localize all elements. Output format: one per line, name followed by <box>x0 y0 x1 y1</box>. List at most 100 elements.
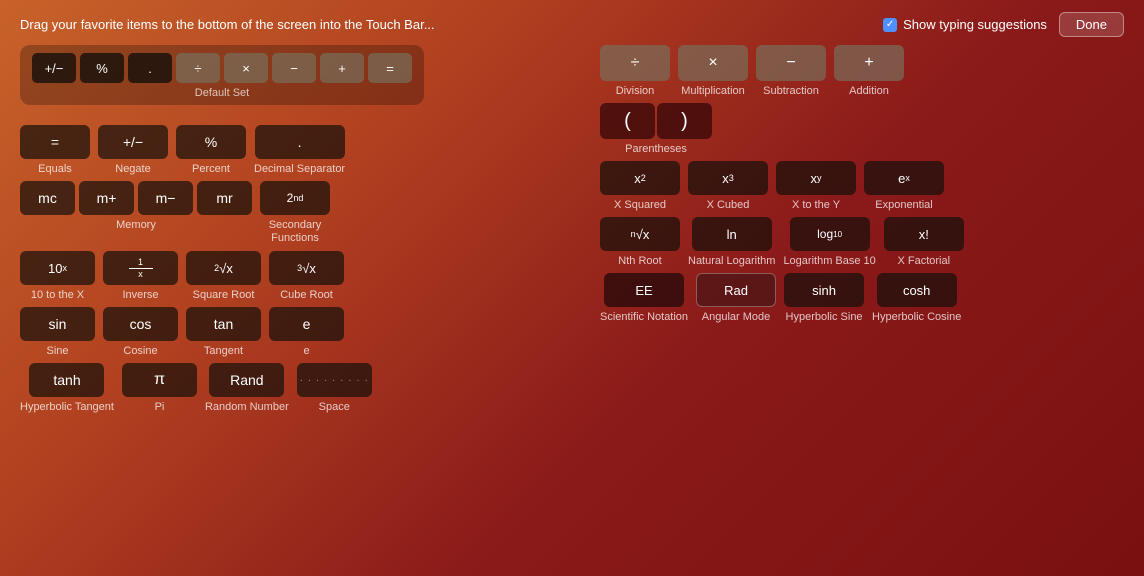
key-cos[interactable]: cos <box>103 307 178 341</box>
paren-keys: ( ) <box>600 103 712 139</box>
key-paren-close[interactable]: ) <box>657 103 712 139</box>
key-sin[interactable]: sin <box>20 307 95 341</box>
key-minus-ds[interactable]: − <box>272 53 316 83</box>
right-row-4: n√x Nth Root ln Natural Logarithm log10 … <box>600 217 1124 267</box>
show-typing-checkbox[interactable]: ✓ <box>883 18 897 32</box>
row-1: = Equals +/− Negate % Percent . Decimal … <box>20 125 580 175</box>
key-divide-ds[interactable]: ÷ <box>176 53 220 83</box>
show-typing-option[interactable]: ✓ Show typing suggestions <box>883 17 1047 32</box>
key-division[interactable]: ÷ <box>600 45 670 81</box>
label-inverse: Inverse <box>122 289 158 301</box>
key-xtoy[interactable]: xy <box>776 161 856 195</box>
key-e[interactable]: e <box>269 307 344 341</box>
item-subtraction: − Subtraction <box>756 45 826 97</box>
item-xsquared: x2 X Squared <box>600 161 680 211</box>
key-decimal-ds[interactable]: . <box>128 53 172 83</box>
item-10x: 10x 10 to the X <box>20 251 95 301</box>
label-10x: 10 to the X <box>31 289 84 301</box>
key-equals-ds[interactable]: = <box>368 53 412 83</box>
item-log10: log10 Logarithm Base 10 <box>783 217 875 267</box>
item-secondary: 2nd Secondary Functions <box>260 181 330 245</box>
top-right-controls: ✓ Show typing suggestions Done <box>883 12 1124 37</box>
key-sqroot[interactable]: 2√x <box>186 251 261 285</box>
item-percent: % Percent <box>176 125 246 175</box>
label-rand: Random Number <box>205 401 289 413</box>
label-subtraction: Subtraction <box>763 85 819 97</box>
default-set-label: Default Set <box>32 87 412 99</box>
item-multiplication: × Multiplication <box>678 45 748 97</box>
key-ee[interactable]: EE <box>604 273 684 307</box>
row-2: mc m+ m− mr Memory 2nd Secondary Functio… <box>20 181 580 245</box>
key-percent-ds[interactable]: % <box>80 53 124 83</box>
key-percent[interactable]: % <box>176 125 246 159</box>
key-multiply-ds[interactable]: × <box>224 53 268 83</box>
key-cosh[interactable]: cosh <box>877 273 957 307</box>
key-rand[interactable]: Rand <box>209 363 284 397</box>
item-xfactorial: x! X Factorial <box>884 217 964 267</box>
key-xfactorial[interactable]: x! <box>884 217 964 251</box>
default-set-keys: +/− % . ÷ × − + = <box>32 53 412 83</box>
key-tan[interactable]: tan <box>186 307 261 341</box>
item-e: e e <box>269 307 344 357</box>
key-space[interactable]: · · · · · · · · · <box>297 363 372 397</box>
key-xcubed[interactable]: x3 <box>688 161 768 195</box>
top-bar: Drag your favorite items to the bottom o… <box>0 0 1144 45</box>
label-pi: Pi <box>155 401 165 413</box>
item-pi: π Pi <box>122 363 197 413</box>
key-plus-ds[interactable]: + <box>320 53 364 83</box>
left-panel: +/− % . ÷ × − + = Default Set = Equals +… <box>20 45 580 419</box>
key-rad[interactable]: Rad <box>696 273 776 307</box>
done-button[interactable]: Done <box>1059 12 1124 37</box>
key-nthroot[interactable]: n√x <box>600 217 680 251</box>
key-pi[interactable]: π <box>122 363 197 397</box>
item-xtoy: xy X to the Y <box>776 161 856 211</box>
key-10x[interactable]: 10x <box>20 251 95 285</box>
label-secondary: Secondary Functions <box>269 219 322 245</box>
label-sqroot: Square Root <box>193 289 255 301</box>
key-addition[interactable]: + <box>834 45 904 81</box>
memory-keys: mc m+ m− mr <box>20 181 252 215</box>
label-percent: Percent <box>192 163 230 175</box>
label-ee: Scientific Notation <box>600 311 688 323</box>
item-equals: = Equals <box>20 125 90 175</box>
key-tanh[interactable]: tanh <box>29 363 104 397</box>
label-multiplication: Multiplication <box>681 85 745 97</box>
label-sin: Sine <box>46 345 68 357</box>
key-decimal[interactable]: . <box>255 125 345 159</box>
key-xsquared[interactable]: x2 <box>600 161 680 195</box>
row-5: tanh Hyperbolic Tangent π Pi Rand Random… <box>20 363 580 413</box>
key-inverse[interactable]: 1 x <box>103 251 178 285</box>
item-tanh: tanh Hyperbolic Tangent <box>20 363 114 413</box>
key-subtraction[interactable]: − <box>756 45 826 81</box>
label-negate: Negate <box>115 163 150 175</box>
key-plusminus[interactable]: +/− <box>32 53 76 83</box>
key-mminus[interactable]: m− <box>138 181 193 215</box>
item-sin: sin Sine <box>20 307 95 357</box>
key-ln[interactable]: ln <box>692 217 772 251</box>
item-parentheses: ( ) Parentheses <box>600 103 712 155</box>
key-negate[interactable]: +/− <box>98 125 168 159</box>
label-sinh: Hyperbolic Sine <box>786 311 863 323</box>
right-row-3: x2 X Squared x3 X Cubed xy X to the Y ex… <box>600 161 1124 211</box>
key-secondary[interactable]: 2nd <box>260 181 330 215</box>
key-equals[interactable]: = <box>20 125 90 159</box>
key-mplus[interactable]: m+ <box>79 181 134 215</box>
item-cos: cos Cosine <box>103 307 178 357</box>
default-set-section: +/− % . ÷ × − + = Default Set <box>20 45 580 115</box>
key-mr[interactable]: mr <box>197 181 252 215</box>
label-addition: Addition <box>849 85 889 97</box>
key-exponential[interactable]: ex <box>864 161 944 195</box>
item-rad: Rad Angular Mode <box>696 273 776 323</box>
item-rand: Rand Random Number <box>205 363 289 413</box>
key-mc[interactable]: mc <box>20 181 75 215</box>
key-cuberoot[interactable]: 3√x <box>269 251 344 285</box>
item-ln: ln Natural Logarithm <box>688 217 775 267</box>
right-row-5: EE Scientific Notation Rad Angular Mode … <box>600 273 1124 323</box>
key-sinh[interactable]: sinh <box>784 273 864 307</box>
label-decimal: Decimal Separator <box>254 163 345 175</box>
key-paren-open[interactable]: ( <box>600 103 655 139</box>
show-typing-label: Show typing suggestions <box>903 17 1047 32</box>
key-multiplication[interactable]: × <box>678 45 748 81</box>
item-nthroot: n√x Nth Root <box>600 217 680 267</box>
key-log10[interactable]: log10 <box>790 217 870 251</box>
